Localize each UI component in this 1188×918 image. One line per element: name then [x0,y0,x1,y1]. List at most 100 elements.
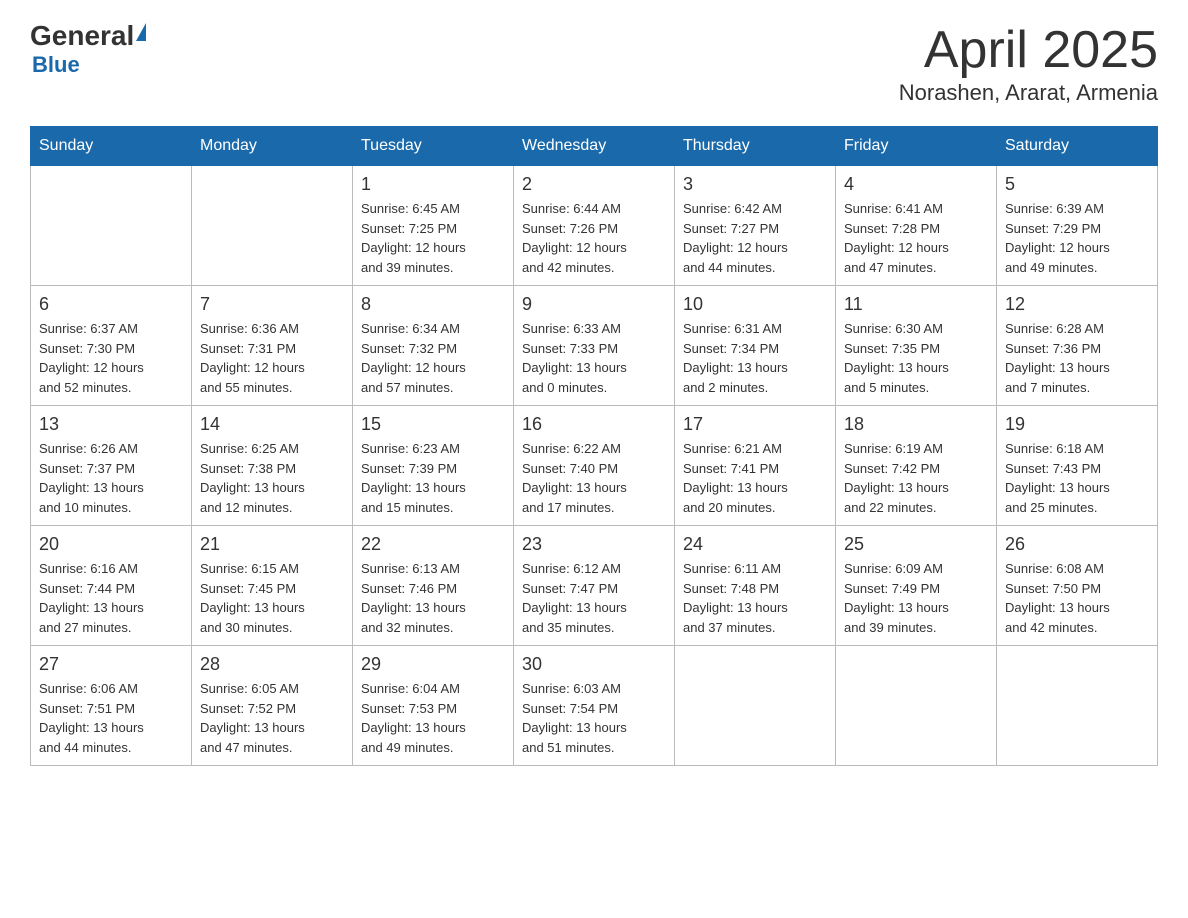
day-info: Sunrise: 6:30 AMSunset: 7:35 PMDaylight:… [844,319,988,397]
day-info: Sunrise: 6:41 AMSunset: 7:28 PMDaylight:… [844,199,988,277]
calendar-cell: 26 Sunrise: 6:08 AMSunset: 7:50 PMDayligh… [997,526,1158,646]
day-number: 8 [361,294,505,315]
calendar-cell: 7 Sunrise: 6:36 AMSunset: 7:31 PMDaylight… [192,286,353,406]
calendar-cell: 5 Sunrise: 6:39 AMSunset: 7:29 PMDaylight… [997,166,1158,286]
calendar-cell: 23Sunrise: 6:12 AMSunset: 7:47 PMDayligh… [514,526,675,646]
calendar-cell: 20 Sunrise: 6:16 AMSunset: 7:44 PMDayligh… [31,526,192,646]
day-number: 7 [200,294,344,315]
day-number: 19 [1005,414,1149,435]
day-number: 9 [522,294,666,315]
calendar-cell: 19Sunrise: 6:18 AMSunset: 7:43 PMDayligh… [997,406,1158,526]
day-number: 25 [844,534,988,555]
day-number: 10 [683,294,827,315]
day-info: Sunrise: 6:44 AMSunset: 7:26 PMDaylight:… [522,199,666,277]
day-info: Sunrise: 6:39 AMSunset: 7:29 PMDaylight:… [1005,199,1149,277]
day-number: 6 [39,294,183,315]
location-title: Norashen, Ararat, Armenia [899,80,1158,106]
day-info: Sunrise: 6:23 AMSunset: 7:39 PMDaylight:… [361,439,505,517]
calendar-cell: 27 Sunrise: 6:06 AMSunset: 7:51 PMDayligh… [31,646,192,766]
logo-blue-text: Blue [32,52,80,78]
calendar-day-header: Wednesday [514,127,675,166]
day-number: 3 [683,174,827,195]
calendar-cell: 16Sunrise: 6:22 AMSunset: 7:40 PMDayligh… [514,406,675,526]
day-number: 22 [361,534,505,555]
day-number: 12 [1005,294,1149,315]
day-info: Sunrise: 6:22 AMSunset: 7:40 PMDaylight:… [522,439,666,517]
day-info: Sunrise: 6:08 AMSunset: 7:50 PMDaylight:… [1005,559,1149,637]
day-info: Sunrise: 6:15 AMSunset: 7:45 PMDaylight:… [200,559,344,637]
day-info: Sunrise: 6:36 AMSunset: 7:31 PMDaylight:… [200,319,344,397]
day-number: 28 [200,654,344,675]
calendar-day-header: Sunday [31,127,192,166]
day-number: 15 [361,414,505,435]
calendar-cell: 3 Sunrise: 6:42 AMSunset: 7:27 PMDaylight… [675,166,836,286]
day-number: 29 [361,654,505,675]
calendar-day-header: Tuesday [353,127,514,166]
calendar-header-row: SundayMondayTuesdayWednesdayThursdayFrid… [31,127,1158,166]
day-number: 14 [200,414,344,435]
day-info: Sunrise: 6:25 AMSunset: 7:38 PMDaylight:… [200,439,344,517]
calendar-cell: 2 Sunrise: 6:44 AMSunset: 7:26 PMDaylight… [514,166,675,286]
calendar-week-row: 27 Sunrise: 6:06 AMSunset: 7:51 PMDayligh… [31,646,1158,766]
calendar-cell [997,646,1158,766]
calendar-week-row: 13 Sunrise: 6:26 AMSunset: 7:37 PMDayligh… [31,406,1158,526]
day-number: 17 [683,414,827,435]
day-number: 21 [200,534,344,555]
calendar-cell: 10 Sunrise: 6:31 AMSunset: 7:34 PMDayligh… [675,286,836,406]
calendar-cell: 30 Sunrise: 6:03 AMSunset: 7:54 PMDayligh… [514,646,675,766]
calendar-day-header: Friday [836,127,997,166]
day-number: 20 [39,534,183,555]
day-number: 24 [683,534,827,555]
calendar-cell: 25 Sunrise: 6:09 AMSunset: 7:49 PMDayligh… [836,526,997,646]
day-number: 5 [1005,174,1149,195]
day-number: 23 [522,534,666,555]
calendar-cell [836,646,997,766]
logo: General Blue [30,20,146,78]
calendar-cell [31,166,192,286]
calendar-cell: 14 Sunrise: 6:25 AMSunset: 7:38 PMDayligh… [192,406,353,526]
day-info: Sunrise: 6:04 AMSunset: 7:53 PMDaylight:… [361,679,505,757]
calendar-cell: 21 Sunrise: 6:15 AMSunset: 7:45 PMDayligh… [192,526,353,646]
page-header: General Blue April 2025 Norashen, Ararat… [30,20,1158,106]
calendar-cell: 11 Sunrise: 6:30 AMSunset: 7:35 PMDayligh… [836,286,997,406]
calendar-cell: 29 Sunrise: 6:04 AMSunset: 7:53 PMDayligh… [353,646,514,766]
day-number: 13 [39,414,183,435]
calendar-cell: 4 Sunrise: 6:41 AMSunset: 7:28 PMDaylight… [836,166,997,286]
calendar-week-row: 6 Sunrise: 6:37 AMSunset: 7:30 PMDaylight… [31,286,1158,406]
day-info: Sunrise: 6:42 AMSunset: 7:27 PMDaylight:… [683,199,827,277]
day-number: 18 [844,414,988,435]
calendar-day-header: Monday [192,127,353,166]
calendar-week-row: 20 Sunrise: 6:16 AMSunset: 7:44 PMDayligh… [31,526,1158,646]
logo-general-text: General [30,20,134,52]
calendar-cell [675,646,836,766]
calendar-day-header: Saturday [997,127,1158,166]
day-number: 27 [39,654,183,675]
day-number: 26 [1005,534,1149,555]
calendar-cell: 28Sunrise: 6:05 AMSunset: 7:52 PMDayligh… [192,646,353,766]
day-info: Sunrise: 6:26 AMSunset: 7:37 PMDaylight:… [39,439,183,517]
day-info: Sunrise: 6:37 AMSunset: 7:30 PMDaylight:… [39,319,183,397]
day-info: Sunrise: 6:11 AMSunset: 7:48 PMDaylight:… [683,559,827,637]
calendar-day-header: Thursday [675,127,836,166]
day-info: Sunrise: 6:33 AMSunset: 7:33 PMDaylight:… [522,319,666,397]
calendar-cell: 13 Sunrise: 6:26 AMSunset: 7:37 PMDayligh… [31,406,192,526]
day-number: 2 [522,174,666,195]
calendar-cell: 12Sunrise: 6:28 AMSunset: 7:36 PMDayligh… [997,286,1158,406]
day-number: 4 [844,174,988,195]
month-title: April 2025 [899,20,1158,80]
day-info: Sunrise: 6:21 AMSunset: 7:41 PMDaylight:… [683,439,827,517]
day-info: Sunrise: 6:03 AMSunset: 7:54 PMDaylight:… [522,679,666,757]
day-number: 11 [844,294,988,315]
day-info: Sunrise: 6:31 AMSunset: 7:34 PMDaylight:… [683,319,827,397]
logo-triangle-icon [136,23,146,41]
day-info: Sunrise: 6:16 AMSunset: 7:44 PMDaylight:… [39,559,183,637]
calendar-cell: 15 Sunrise: 6:23 AMSunset: 7:39 PMDayligh… [353,406,514,526]
calendar-cell: 8Sunrise: 6:34 AMSunset: 7:32 PMDaylight… [353,286,514,406]
day-info: Sunrise: 6:06 AMSunset: 7:51 PMDaylight:… [39,679,183,757]
calendar-cell: 22Sunrise: 6:13 AMSunset: 7:46 PMDayligh… [353,526,514,646]
day-info: Sunrise: 6:09 AMSunset: 7:49 PMDaylight:… [844,559,988,637]
day-info: Sunrise: 6:45 AMSunset: 7:25 PMDaylight:… [361,199,505,277]
calendar-cell: 9 Sunrise: 6:33 AMSunset: 7:33 PMDaylight… [514,286,675,406]
day-number: 30 [522,654,666,675]
calendar-cell: 6 Sunrise: 6:37 AMSunset: 7:30 PMDaylight… [31,286,192,406]
